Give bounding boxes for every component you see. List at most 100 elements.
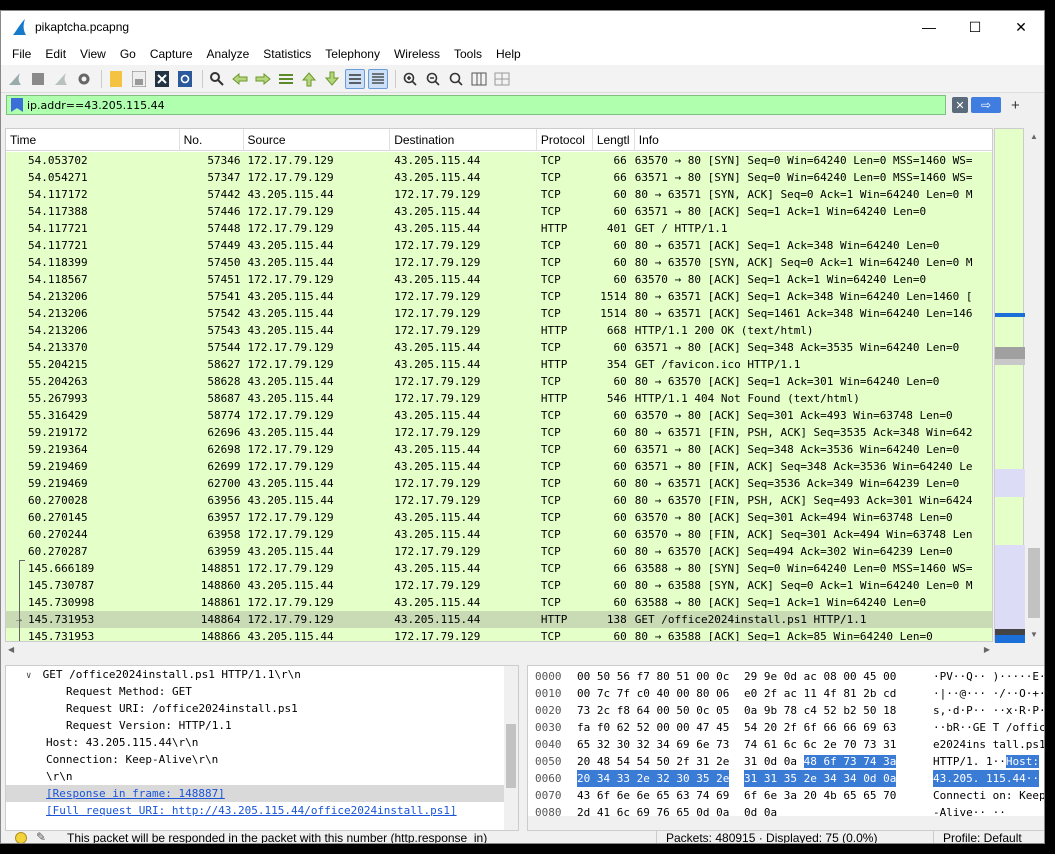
edit-comment-icon[interactable]: ✎ — [36, 830, 46, 843]
go-first-icon[interactable] — [299, 69, 319, 89]
display-filter-input[interactable]: ip.addr==43.205.115.44 — [6, 95, 946, 115]
col-source[interactable]: Source — [244, 129, 391, 151]
bytes-hex[interactable]: 0a 9b 78 c4 52 b2 50 18 — [744, 702, 896, 719]
detail-line[interactable]: Host: 43.205.115.44\r\n — [6, 734, 518, 751]
reload-icon[interactable] — [175, 69, 195, 89]
bytes-hscroll[interactable] — [528, 816, 1044, 830]
scroll-up-icon[interactable]: ▲ — [1025, 128, 1043, 144]
bytes-offset[interactable]: 0070 — [535, 787, 562, 804]
expand-chevron-icon[interactable]: ∨ — [26, 668, 36, 685]
bytes-ascii[interactable]: 43.205. 115.44·· — [933, 770, 1039, 787]
scroll-right-icon[interactable]: ▶ — [984, 645, 990, 654]
col-info[interactable]: Info — [635, 129, 992, 151]
bytes-ascii[interactable]: ·PV··Q·· )·····E· — [933, 668, 1044, 685]
scroll-down-icon[interactable]: ▼ — [1025, 626, 1043, 642]
detail-line[interactable]: Request Method: GET — [6, 683, 518, 700]
packet-list-vscroll[interactable]: ▲ ▼ — [1025, 128, 1043, 642]
packet-row[interactable]: 60.270145 63957 172.17.79.129 43.205.115.44… — [6, 509, 992, 526]
packet-row[interactable]: 60.270287 63959 43.205.115.44 172.17.79.129… — [6, 543, 992, 560]
packet-row[interactable]: 55.267993 58687 43.205.115.44 172.17.79.129… — [6, 390, 992, 407]
bytes-hex[interactable]: 73 2c f8 64 00 50 0c 05 — [577, 702, 729, 719]
packet-row[interactable]: 54.117721 57448 172.17.79.129 43.205.115.44… — [6, 220, 992, 237]
detail-link[interactable]: [Full request URI: http://43.205.115.44/… — [46, 804, 457, 817]
auto-scroll-icon[interactable] — [345, 68, 365, 89]
bytes-hex[interactable]: 20 48 54 54 50 2f 31 2e — [577, 753, 729, 770]
bytes-hex[interactable]: 00 7c 7f c0 40 00 80 06 — [577, 685, 729, 702]
bytes-ascii[interactable]: Connecti on: Keep — [933, 787, 1044, 804]
col-no[interactable]: No. — [180, 129, 244, 151]
bytes-hex[interactable]: 43 6f 6e 6e 65 63 74 69 — [577, 787, 729, 804]
detail-line[interactable]: [Full request URI: http://43.205.115.44/… — [6, 802, 518, 819]
bytes-offset[interactable]: 0060 — [535, 770, 562, 787]
menu-tools[interactable]: Tools — [447, 43, 489, 65]
close-button[interactable]: ✕ — [998, 11, 1044, 43]
detail-line[interactable]: [Response in frame: 148887] — [6, 785, 518, 802]
bytes-ascii[interactable]: ··bR··GE T /offic — [933, 719, 1044, 736]
packet-row[interactable]: 54.117388 57446 172.17.79.129 43.205.115.44… — [6, 203, 992, 220]
maximize-button[interactable]: ☐ — [952, 11, 998, 43]
bytes-hex-part[interactable]: 31 0d 0a — [744, 755, 804, 768]
packet-row[interactable]: 60.270244 63958 172.17.79.129 43.205.115.44… — [6, 526, 992, 543]
details-vscroll[interactable] — [504, 666, 518, 830]
packet-row[interactable]: 59.219469 62699 172.17.79.129 43.205.115.44… — [6, 458, 992, 475]
zoom-out-icon[interactable] — [423, 69, 443, 89]
apply-filter-button[interactable]: ⇨ — [971, 97, 1001, 113]
packet-row[interactable]: 54.118399 57450 43.205.115.44 172.17.79.129… — [6, 254, 992, 271]
detail-line[interactable]: \r\n — [6, 768, 518, 785]
detail-line[interactable]: Request URI: /office2024install.ps1 — [6, 700, 518, 717]
scroll-left-icon[interactable]: ◀ — [8, 645, 14, 654]
bytes-hex[interactable]: 31 31 35 2e 34 34 0d 0a — [744, 770, 897, 787]
packet-row[interactable]: 59.219172 62696 43.205.115.44 172.17.79.129… — [6, 424, 992, 441]
detail-line[interactable]: Connection: Keep-Alive\r\n — [6, 751, 518, 768]
bytes-offset[interactable]: 0030 — [535, 719, 562, 736]
filter-bookmark-icon[interactable] — [11, 98, 23, 112]
menu-statistics[interactable]: Statistics — [256, 43, 318, 65]
menu-edit[interactable]: Edit — [38, 43, 73, 65]
packet-list-scroll-thumb[interactable] — [1028, 548, 1040, 618]
bytes-ascii-part[interactable]: HTTP/1. 1·· — [933, 755, 1006, 768]
bytes-hex[interactable]: 29 9e 0d ac 08 00 45 00 — [744, 668, 896, 685]
stop-square-icon[interactable] — [28, 69, 48, 89]
go-to-packet-icon[interactable] — [276, 69, 296, 89]
packet-row[interactable]: 54.117172 57442 43.205.115.44 172.17.79.129… — [6, 186, 992, 203]
detail-link[interactable]: [Response in frame: 148887] — [46, 787, 225, 800]
bytes-ascii[interactable]: e2024ins tall.ps1 — [933, 736, 1044, 753]
menu-view[interactable]: View — [73, 43, 113, 65]
packet-row[interactable]: 145.730787 148860 43.205.115.44 172.17.79.1… — [6, 577, 992, 594]
bytes-hex[interactable]: fa f0 62 52 00 00 47 45 — [577, 719, 729, 736]
col-time[interactable]: Time — [6, 129, 180, 151]
packet-row[interactable]: 145.730998 148861 172.17.79.129 43.205.115.… — [6, 594, 992, 611]
bytes-offset[interactable]: 0000 — [535, 668, 562, 685]
packet-row[interactable]: 54.213206 57541 43.205.115.44 172.17.79.129… — [6, 288, 992, 305]
packet-row[interactable]: 54.213206 57542 43.205.115.44 172.17.79.129… — [6, 305, 992, 322]
packet-row[interactable]: 59.219364 62698 172.17.79.129 43.205.115.44… — [6, 441, 992, 458]
go-last-icon[interactable] — [322, 69, 342, 89]
col-destination[interactable]: Destination — [390, 129, 537, 151]
packet-row[interactable]: 54.213206 57543 43.205.115.44 172.17.79.129… — [6, 322, 992, 339]
display-filter-value[interactable]: ip.addr==43.205.115.44 — [27, 99, 165, 112]
packet-row[interactable]: 54.118567 57451 172.17.79.129 43.205.115.44… — [6, 271, 992, 288]
zoom-normal-icon[interactable] — [446, 69, 466, 89]
bytes-offset[interactable]: 0040 — [535, 736, 562, 753]
bytes-hex-selected[interactable]: 48 6f 73 74 3a — [803, 755, 897, 768]
packet-minimap[interactable] — [994, 128, 1025, 643]
close-file-icon[interactable] — [152, 69, 172, 89]
bytes-ascii[interactable]: HTTP/1. 1··Host: — [933, 753, 1039, 770]
clear-filter-button[interactable]: ✕ — [952, 97, 968, 113]
bytes-hex[interactable]: 74 61 6c 6c 2e 70 73 31 — [744, 736, 896, 753]
grid-icon[interactable] — [492, 69, 512, 89]
col-length[interactable]: Lengtl — [593, 129, 635, 151]
packet-row[interactable]: 145.666189 148851 172.17.79.129 43.205.115.… — [6, 560, 992, 577]
packet-row[interactable]: 145.731953 148864 172.17.79.129 43.205.115.… — [6, 611, 992, 628]
find-packet-icon[interactable] — [207, 69, 227, 89]
bytes-offset[interactable]: 0050 — [535, 753, 562, 770]
packet-row[interactable]: 55.316429 58774 172.17.79.129 43.205.115.44… — [6, 407, 992, 424]
menu-help[interactable]: Help — [489, 43, 528, 65]
resize-columns-icon[interactable] — [469, 69, 489, 89]
colorize-icon[interactable] — [368, 68, 388, 89]
packet-row[interactable]: 54.213370 57544 172.17.79.129 43.205.115.44… — [6, 339, 992, 356]
menu-capture[interactable]: Capture — [143, 43, 200, 65]
bytes-ascii[interactable]: s,·d·P·· ··x·R·P· — [933, 702, 1044, 719]
status-profile[interactable]: Profile: Default — [943, 831, 1022, 843]
bytes-ascii[interactable]: ·|··@··· ·/··O·+· — [933, 685, 1044, 702]
